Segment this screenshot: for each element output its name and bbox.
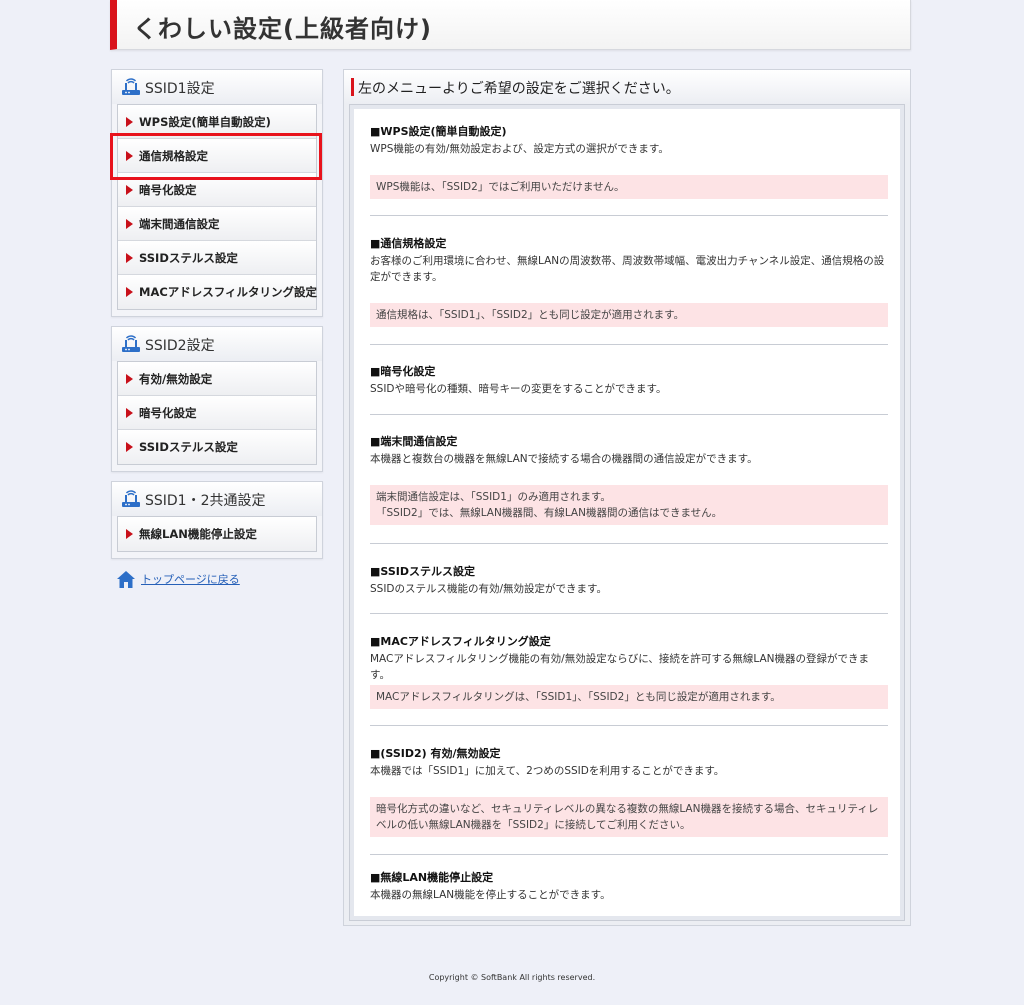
menu-item-label: 暗号化設定	[139, 183, 197, 197]
section-heading: ■暗号化設定	[370, 365, 436, 378]
section-device-communication: ■端末間通信設定 本機器と複数台の機器を無線LANで接続する場合の機器間の通信設…	[370, 435, 888, 467]
red-arrow-icon	[126, 287, 133, 297]
page-header: くわしい設定(上級者向け)	[110, 0, 911, 50]
menu-item-encryption[interactable]: 暗号化設定	[118, 173, 316, 207]
menu-item-ssid-stealth[interactable]: SSIDステルス設定	[118, 241, 316, 275]
menu-item-communication-standard[interactable]: 通信規格設定	[118, 139, 316, 173]
section-note: 通信規格は、「SSID1」、「SSID2」とも同じ設定が適用されます。	[370, 303, 888, 327]
section-note: 端末間通信設定は、「SSID1」のみ適用されます。 「SSID2」では、無線LA…	[370, 485, 888, 525]
section-heading: ■端末間通信設定	[370, 435, 458, 448]
red-arrow-icon	[126, 408, 133, 418]
menu-item-label: 通信規格設定	[139, 149, 208, 163]
menu-item-label: SSIDステルス設定	[139, 440, 238, 454]
menu-item-label: 端末間通信設定	[139, 217, 220, 231]
panel-title: SSID1設定	[145, 81, 215, 97]
menu-item-wireless-stop[interactable]: 無線LAN機能停止設定	[118, 517, 316, 551]
menu-item-label: 暗号化設定	[139, 406, 197, 420]
panel-header: SSID1・2共通設定	[112, 482, 322, 516]
section-description: 本機器と複数台の機器を無線LANで接続する場合の機器間の通信設定ができます。	[370, 453, 758, 465]
menu-item-mac-filtering[interactable]: MACアドレスフィルタリング設定	[118, 275, 318, 309]
menu-item-label: 無線LAN機能停止設定	[139, 527, 257, 541]
menu-item-label: WPS設定(簡単自動設定)	[139, 115, 271, 129]
section-description: SSIDや暗号化の種類、暗号キーの変更をすることができます。	[370, 383, 667, 395]
panel-title: SSID1・2共通設定	[145, 493, 266, 509]
section-heading: ■SSIDステルス設定	[370, 565, 475, 578]
divider	[370, 725, 888, 726]
red-arrow-icon	[126, 117, 133, 127]
red-arrow-icon	[126, 442, 133, 452]
section-wps: ■WPS設定(簡単自動設定) WPS機能の有効/無効設定および、設定方式の選択が…	[370, 125, 888, 157]
section-heading: ■通信規格設定	[370, 237, 447, 250]
divider	[370, 344, 888, 345]
divider	[370, 543, 888, 544]
section-ssid-stealth: ■SSIDステルス設定 SSIDのステルス機能の有効/無効設定ができます。	[370, 565, 888, 597]
main-header: 左のメニューよりご希望の設定をご選択ください。	[344, 70, 910, 104]
section-description: お客様のご利用環境に合わせ、無線LANの周波数帯、周波数帯域幅、電波出力チャンネ…	[370, 255, 885, 283]
section-description: MACアドレスフィルタリング機能の有効/無効設定ならびに、接続を許可する無線LA…	[370, 653, 870, 681]
ssid2-menu: 有効/無効設定 暗号化設定 SSIDステルス設定	[117, 361, 317, 465]
red-arrow-icon	[126, 219, 133, 229]
ssid2-panel: SSID2設定 有効/無効設定 暗号化設定 SSIDステルス設定	[111, 326, 323, 472]
ssid1-menu: WPS設定(簡単自動設定) 通信規格設定 暗号化設定 端末間通信設定 SSIDス…	[117, 104, 317, 310]
section-communication-standard: ■通信規格設定 お客様のご利用環境に合わせ、無線LANの周波数帯、周波数帯域幅、…	[370, 237, 888, 285]
red-arrow-icon	[126, 151, 133, 161]
divider	[370, 613, 888, 614]
panel-header: SSID1設定	[112, 70, 322, 104]
menu-item-encryption[interactable]: 暗号化設定	[118, 396, 316, 430]
red-arrow-icon	[126, 185, 133, 195]
section-mac-filtering: ■MACアドレスフィルタリング設定 MACアドレスフィルタリング機能の有効/無効…	[370, 635, 888, 683]
menu-item-enable-disable[interactable]: 有効/無効設定	[118, 362, 316, 396]
menu-item-device-communication[interactable]: 端末間通信設定	[118, 207, 316, 241]
common-settings-panel: SSID1・2共通設定 無線LAN機能停止設定	[111, 481, 323, 559]
section-description: 本機器では「SSID1」に加えて、2つめのSSIDを利用することができます。	[370, 765, 725, 777]
section-heading: ■(SSID2) 有効/無効設定	[370, 747, 501, 760]
home-icon	[117, 571, 135, 588]
red-arrow-icon	[126, 529, 133, 539]
section-note: WPS機能は、「SSID2」ではご利用いただけません。	[370, 175, 888, 199]
section-note: MACアドレスフィルタリングは、「SSID1」、「SSID2」とも同じ設定が適用…	[370, 685, 888, 709]
divider	[370, 854, 888, 855]
section-heading: ■無線LAN機能停止設定	[370, 871, 494, 884]
back-to-top-link[interactable]: トップページに戻る	[141, 571, 240, 587]
main-title: 左のメニューよりご希望の設定をご選択ください。	[358, 81, 680, 97]
common-menu: 無線LAN機能停止設定	[117, 516, 317, 552]
wifi-router-icon	[122, 78, 140, 95]
divider	[370, 414, 888, 415]
section-note: 暗号化方式の違いなど、セキュリティレベルの異なる複数の無線LAN機器を接続する場…	[370, 797, 888, 837]
section-encryption: ■暗号化設定 SSIDや暗号化の種類、暗号キーの変更をすることができます。	[370, 365, 888, 397]
panel-title: SSID2設定	[145, 338, 215, 354]
main-panel: 左のメニューよりご希望の設定をご選択ください。 ■WPS設定(簡単自動設定) W…	[343, 69, 911, 926]
menu-item-label: MACアドレスフィルタリング設定	[139, 285, 318, 299]
settings-description: ■WPS設定(簡単自動設定) WPS機能の有効/無効設定および、設定方式の選択が…	[349, 104, 905, 921]
section-description: WPS機能の有効/無効設定および、設定方式の選択ができます。	[370, 143, 669, 155]
section-ssid2-enable: ■(SSID2) 有効/無効設定 本機器では「SSID1」に加えて、2つめのSS…	[370, 747, 888, 779]
divider	[370, 215, 888, 216]
red-arrow-icon	[126, 253, 133, 263]
menu-item-wps[interactable]: WPS設定(簡単自動設定)	[118, 105, 316, 139]
menu-item-ssid-stealth[interactable]: SSIDステルス設定	[118, 430, 316, 464]
wifi-router-icon	[122, 335, 140, 352]
menu-item-label: SSIDステルス設定	[139, 251, 238, 265]
section-wireless-stop: ■無線LAN機能停止設定 本機器の無線LAN機能を停止することができます。	[370, 871, 888, 903]
wifi-router-icon	[122, 490, 140, 507]
ssid1-panel: SSID1設定 WPS設定(簡単自動設定) 通信規格設定 暗号化設定 端末間通信…	[111, 69, 323, 317]
title-accent-bar	[351, 78, 354, 96]
section-description: 本機器の無線LAN機能を停止することができます。	[370, 889, 611, 901]
copyright: Copyright © SoftBank All rights reserved…	[428, 973, 596, 982]
section-heading: ■MACアドレスフィルタリング設定	[370, 635, 551, 648]
red-arrow-icon	[126, 374, 133, 384]
section-heading: ■WPS設定(簡単自動設定)	[370, 125, 507, 138]
menu-item-label: 有効/無効設定	[139, 372, 213, 386]
page-title: くわしい設定(上級者向け)	[133, 15, 432, 43]
panel-header: SSID2設定	[112, 327, 322, 361]
section-description: SSIDのステルス機能の有効/無効設定ができます。	[370, 583, 607, 595]
